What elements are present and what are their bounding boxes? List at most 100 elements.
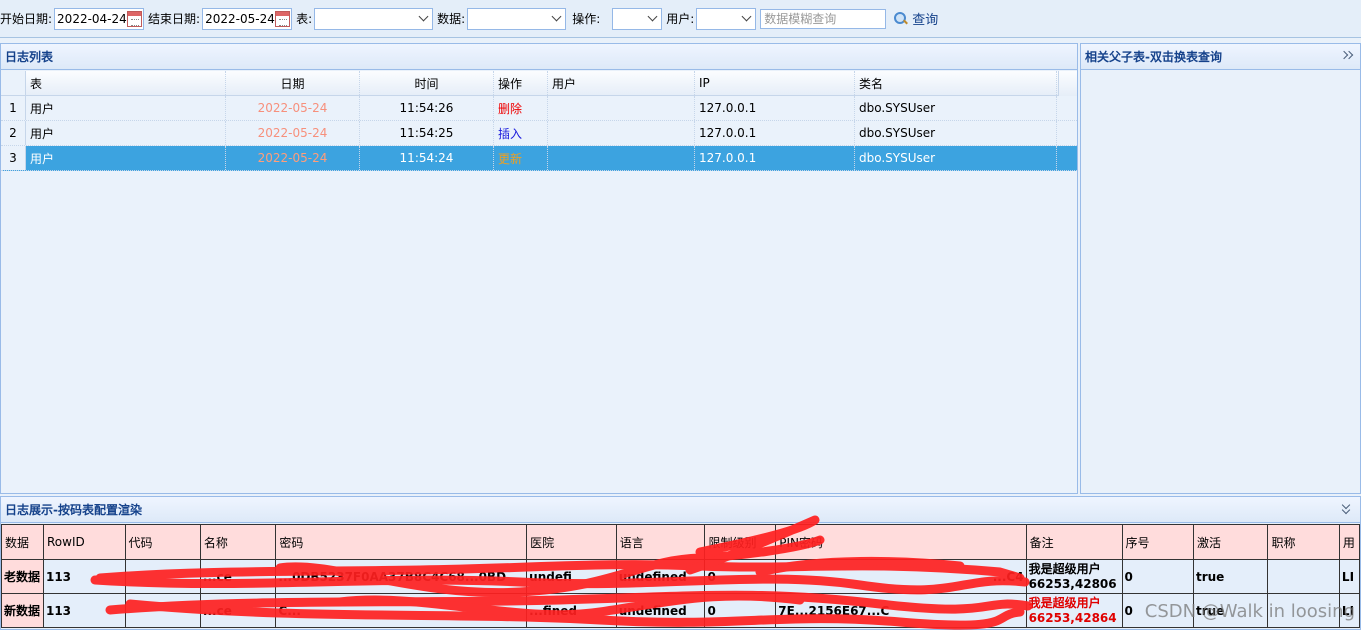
row-number: 3 — [1, 146, 26, 170]
cell-class: dbo.SYSUser — [855, 121, 1057, 145]
remark-line: 66253,42806 — [1028, 576, 1117, 591]
table-row-selected[interactable]: 3 用户 2022-05-24 11:54:24 更新 127.0.0.1 db… — [1, 146, 1077, 171]
cell-rowid: 113 — [42, 593, 126, 628]
panel-title: 日志展示-按码表配置渲染 — [5, 503, 142, 517]
header-cell: 序号 — [1121, 524, 1194, 560]
cell-ip: 127.0.0.1 — [695, 121, 855, 145]
chevron-down-icon[interactable] — [737, 9, 755, 29]
cell-operation: 更新 — [494, 146, 548, 170]
cell-date: 2022-05-24 — [226, 96, 360, 120]
query-button[interactable]: 查询 — [894, 9, 938, 28]
panel-title: 相关父子表-双击换表查询 — [1085, 50, 1222, 64]
row-number: 1 — [1, 96, 26, 120]
remark-line: 66253,42864 — [1028, 610, 1117, 625]
cell-pin: 7E...2156E67...C — [775, 593, 1027, 628]
header-cell: PIN密码 — [775, 524, 1027, 560]
date-text: 2022-05-24 — [257, 101, 328, 115]
detail-header-row: 数据 RowID 代码 名称 密码 医院 语言 限制级别 PIN密码 备注 序号… — [1, 524, 1360, 560]
cell-language: undefined — [615, 593, 706, 628]
cell-active: true — [1192, 559, 1269, 594]
header-cell: 备注 — [1025, 524, 1123, 560]
collapse-right-icon[interactable] — [1340, 49, 1354, 63]
header-cell: 名称 — [199, 524, 277, 560]
cell-ip: 127.0.0.1 — [695, 96, 855, 120]
header-cell: 激活 — [1192, 524, 1269, 560]
cell-rowid: 113 — [42, 559, 126, 594]
start-date-field[interactable]: 2022-04-24 — [54, 7, 145, 30]
watermark: CSDN @Walk in loosing — [1144, 601, 1355, 622]
table-select[interactable] — [314, 7, 434, 30]
row-number-header — [1, 71, 26, 95]
chevron-down-icon[interactable] — [643, 9, 661, 29]
end-date-value: 2022-05-24 — [205, 11, 275, 26]
cell-date: 2022-05-24 — [226, 146, 360, 170]
calendar-icon[interactable] — [126, 10, 143, 27]
header-cell: 数据 — [1, 524, 44, 560]
chevron-down-icon[interactable] — [547, 9, 565, 29]
query-button-label: 查询 — [912, 13, 939, 28]
collapse-down-icon[interactable] — [1340, 502, 1354, 516]
remark-line: 我是超级用户 — [1028, 561, 1101, 576]
cell-table: 用户 — [26, 121, 226, 145]
cell-password: ...0DB5237F0AA37B8C4C68...0BD — [275, 559, 528, 594]
cell-date: 2022-05-24 — [226, 121, 360, 145]
cell-user — [548, 96, 695, 120]
log-list-header: 日志列表 — [1, 44, 1077, 70]
column-header-user[interactable]: 用户 — [548, 71, 695, 95]
table-label: 表: — [296, 12, 313, 26]
header-cell: 用 — [1338, 524, 1360, 560]
column-header-operation[interactable]: 操作 — [494, 71, 548, 95]
cell-time: 11:54:26 — [360, 96, 494, 120]
header-cell: 限制级别 — [704, 524, 777, 560]
column-header-ip[interactable]: IP — [695, 71, 855, 95]
cell-limit: 0 — [704, 559, 777, 594]
start-date-value: 2022-04-24 — [57, 11, 127, 26]
cell-remark-changed: 我是超级用户 66253,42864 — [1025, 593, 1123, 628]
cell-ip: 127.0.0.1 — [695, 146, 855, 170]
related-tables-header: 相关父子表-双击换表查询 — [1081, 44, 1360, 70]
user-select[interactable] — [696, 7, 757, 30]
operation-label: 操作: — [572, 12, 601, 26]
chevron-down-icon[interactable] — [414, 9, 432, 29]
cell-table: 用户 — [26, 96, 226, 120]
cell-time: 11:54:24 — [360, 146, 494, 170]
cell-password: C... — [275, 593, 528, 628]
cell-user — [548, 121, 695, 145]
calendar-icon[interactable] — [274, 10, 291, 27]
date-text: 2022-05-24 — [257, 126, 328, 140]
cell-limit: 0 — [704, 593, 777, 628]
search-placeholder: 数据模糊查询 — [764, 12, 837, 26]
search-icon — [894, 11, 908, 26]
column-header-time[interactable]: 时间 — [360, 71, 494, 95]
search-input[interactable]: 数据模糊查询 — [760, 8, 887, 29]
cell-hospital: ...fined — [526, 593, 617, 628]
column-header-class[interactable]: 类名 — [855, 71, 1057, 95]
cell-code — [124, 559, 201, 594]
table-row[interactable]: 1 用户 2022-05-24 11:54:26 删除 127.0.0.1 db… — [1, 96, 1077, 121]
row-label: 新数据 — [1, 593, 44, 628]
header-cell: 职称 — [1267, 524, 1340, 560]
cell-table: 用户 — [26, 146, 226, 170]
cell-operation: 插入 — [494, 121, 548, 145]
column-header-date[interactable]: 日期 — [226, 71, 360, 95]
header-cell: 医院 — [526, 524, 617, 560]
cell-hospital: undefi — [526, 559, 617, 594]
column-header-table[interactable]: 表 — [26, 71, 226, 95]
operation-text: 删除 — [498, 101, 523, 116]
end-date-field[interactable]: 2022-05-24 — [202, 7, 293, 30]
cell-user — [548, 146, 695, 170]
log-grid: 表 日期 时间 操作 用户 IP 类名 1 用户 2022-05-24 11:5… — [1, 71, 1077, 493]
cell-extra: LI — [1338, 559, 1360, 594]
grid-header: 表 日期 时间 操作 用户 IP 类名 — [1, 71, 1077, 96]
header-cell: 代码 — [124, 524, 201, 560]
data-select[interactable] — [467, 7, 567, 30]
log-list-panel: 日志列表 表 日期 时间 操作 用户 IP 类名 1 用户 2022-05-24… — [0, 43, 1078, 494]
user-label: 用户: — [666, 12, 695, 26]
cell-pin: ...C4 — [775, 559, 1027, 594]
cell-name: ...ce — [199, 593, 277, 628]
operation-text: 插入 — [498, 126, 523, 141]
cell-language: undefined — [615, 559, 706, 594]
cell-class: dbo.SYSUser — [855, 96, 1057, 120]
table-row[interactable]: 2 用户 2022-05-24 11:54:25 插入 127.0.0.1 db… — [1, 121, 1077, 146]
operation-select[interactable] — [612, 7, 663, 30]
